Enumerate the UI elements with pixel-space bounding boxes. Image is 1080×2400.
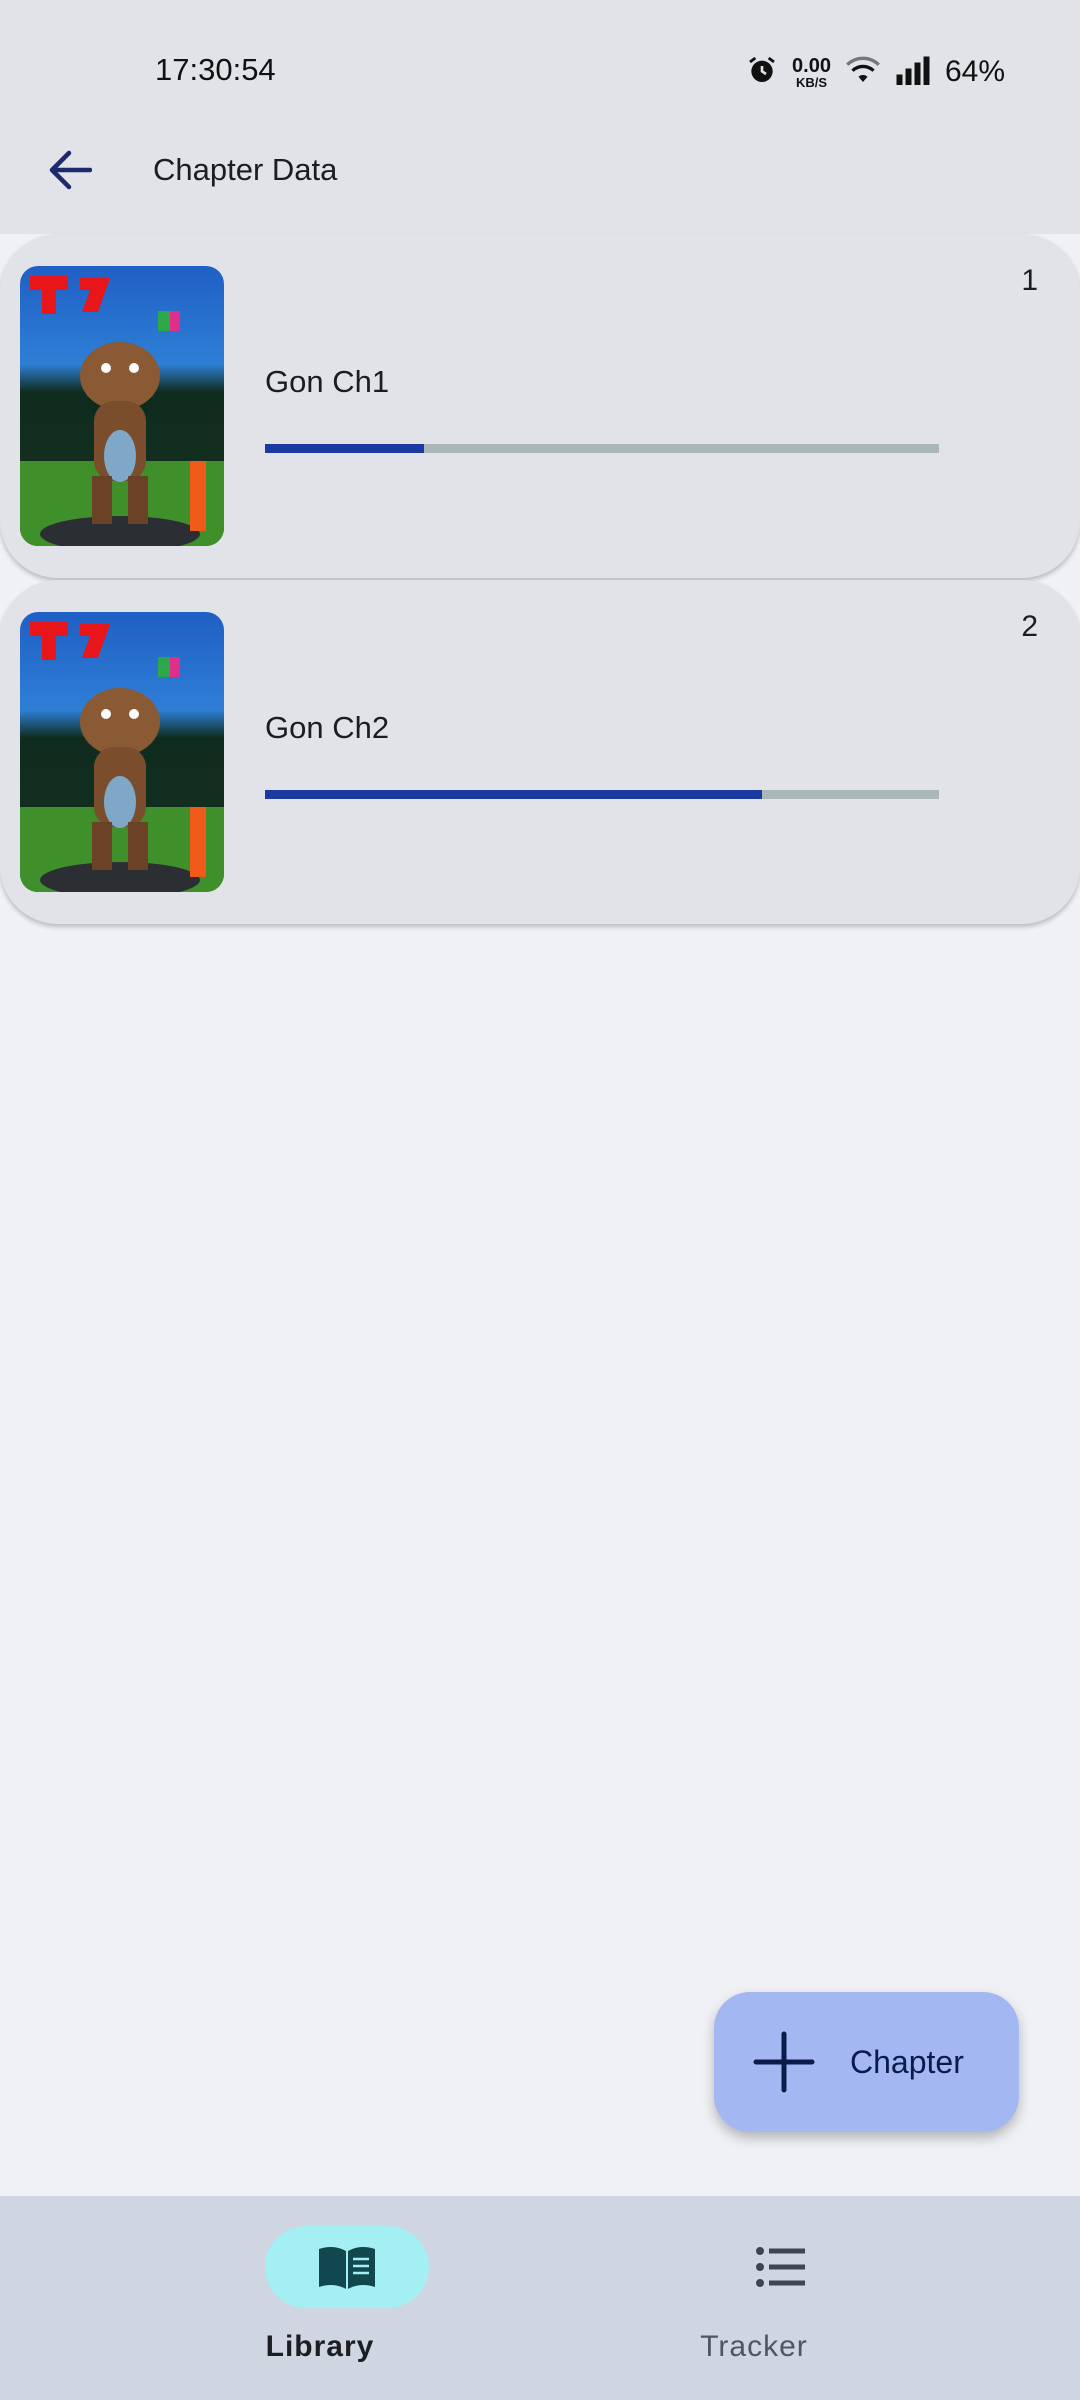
chapter-progress-fill	[265, 790, 762, 799]
arrow-back-icon	[49, 150, 92, 190]
nav-label-tracker: Tracker	[700, 2330, 808, 2363]
status-time: 17:30:54	[155, 52, 276, 87]
alarm-icon	[746, 54, 778, 91]
screen: 17:30:54 0.00 KB/S 64% Chapter Data Gon …	[0, 0, 1080, 2400]
nav-item-tracker[interactable]: Tracker	[604, 2226, 904, 2376]
chapter-cover-image	[20, 612, 224, 892]
wifi-icon	[845, 54, 881, 91]
chapter-name: Gon Ch1	[265, 364, 390, 399]
chapter-number: 1	[1021, 264, 1038, 297]
bottom-navigation: Library Tracker	[0, 2196, 1080, 2400]
battery-level: 64%	[944, 55, 1005, 88]
plus-icon	[753, 2031, 815, 2093]
chapter-progress-bar	[265, 444, 939, 453]
signal-icon	[895, 55, 931, 90]
net-speed-unit: KB/S	[795, 74, 828, 90]
net-speed-value: 0.00	[792, 54, 831, 77]
net-speed: 0.00 KB/S	[792, 56, 831, 89]
list-icon	[756, 2247, 805, 2287]
top-app-bar: 17:30:54 0.00 KB/S 64% Chapter Data	[0, 0, 1080, 234]
status-icons: 0.00 KB/S 64%	[746, 52, 1005, 92]
chapter-card-1[interactable]: Gon Ch1 1	[0, 234, 1080, 578]
chapter-progress-bar	[265, 790, 939, 799]
nav-label-library: Library	[265, 2330, 375, 2363]
chapter-number: 2	[1021, 610, 1038, 643]
nav-item-library[interactable]: Library	[170, 2226, 470, 2376]
page-title: Chapter Data	[153, 152, 338, 187]
chapter-list: Gon Ch1 1 Gon Ch2 2	[0, 234, 1080, 926]
chapter-cover-image	[20, 266, 224, 546]
back-button[interactable]	[30, 130, 110, 210]
nav-active-indicator	[265, 2226, 429, 2308]
add-chapter-label: Chapter	[850, 2044, 964, 2080]
add-chapter-button[interactable]: Chapter	[714, 1992, 1019, 2132]
chapter-progress-fill	[265, 444, 425, 453]
chapter-card-2[interactable]: Gon Ch2 2	[0, 580, 1080, 924]
nav-icon-container	[699, 2226, 863, 2308]
book-open-icon	[319, 2246, 375, 2289]
chapter-name: Gon Ch2	[265, 710, 390, 745]
